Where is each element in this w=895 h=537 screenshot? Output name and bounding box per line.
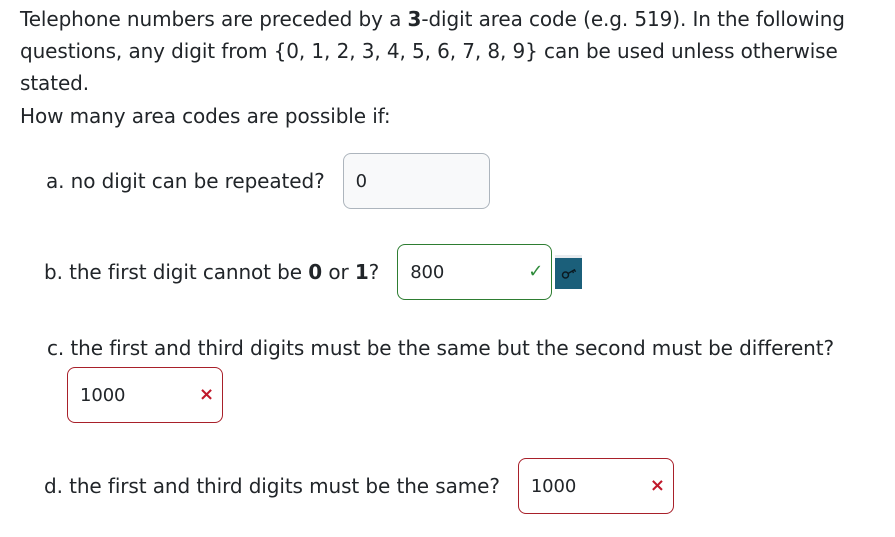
question-a-answer-input[interactable]: 0 xyxy=(342,153,490,209)
question-c-label: c. the first and third digits must be th… xyxy=(47,336,835,360)
question-heading: How many area codes are possible if: xyxy=(20,104,391,128)
question-a: a. no digit can be repeated? 0 xyxy=(46,153,490,209)
question-d-answer-value: 1000 xyxy=(530,475,577,497)
question-c-answer-value: 1000 xyxy=(80,384,126,406)
check-icon: ✓ xyxy=(528,261,544,282)
intro-bold-digit: 3 xyxy=(407,7,422,31)
question-b-label: b. the first digit cannot be 0 or 1? xyxy=(44,260,379,284)
question-d: d. the first and third digits must be th… xyxy=(44,458,674,514)
question-b: b. the first digit cannot be 0 or 1? 800… xyxy=(44,244,583,300)
question-b-bold-1: 1 xyxy=(354,260,369,284)
question-b-bold-0: 0 xyxy=(308,260,323,284)
cross-icon: × xyxy=(199,384,214,405)
question-b-label-part3: ? xyxy=(368,260,380,284)
question-b-label-part2: or xyxy=(322,260,355,284)
key-icon[interactable] xyxy=(555,255,583,289)
problem-intro: Telephone numbers are preceded by a 3-di… xyxy=(20,3,880,99)
question-b-label-part1: b. the first digit cannot be xyxy=(44,260,309,284)
question-c-answer-input[interactable]: 1000 × xyxy=(67,367,223,423)
intro-text-start: Telephone numbers are preceded by a xyxy=(20,7,408,31)
question-b-answer-input[interactable]: 800 ✓ xyxy=(397,244,553,300)
question-b-answer-value: 800 xyxy=(410,261,445,283)
cross-icon: × xyxy=(649,475,665,496)
question-c: c. the first and third digits must be th… xyxy=(47,336,834,360)
question-d-label: d. the first and third digits must be th… xyxy=(44,474,500,498)
question-c-answer-row: 1000 × xyxy=(67,367,223,423)
question-a-label: a. no digit can be repeated? xyxy=(46,169,325,193)
question-d-answer-input[interactable]: 1000 × xyxy=(517,458,674,514)
question-a-answer-value: 0 xyxy=(355,170,367,192)
